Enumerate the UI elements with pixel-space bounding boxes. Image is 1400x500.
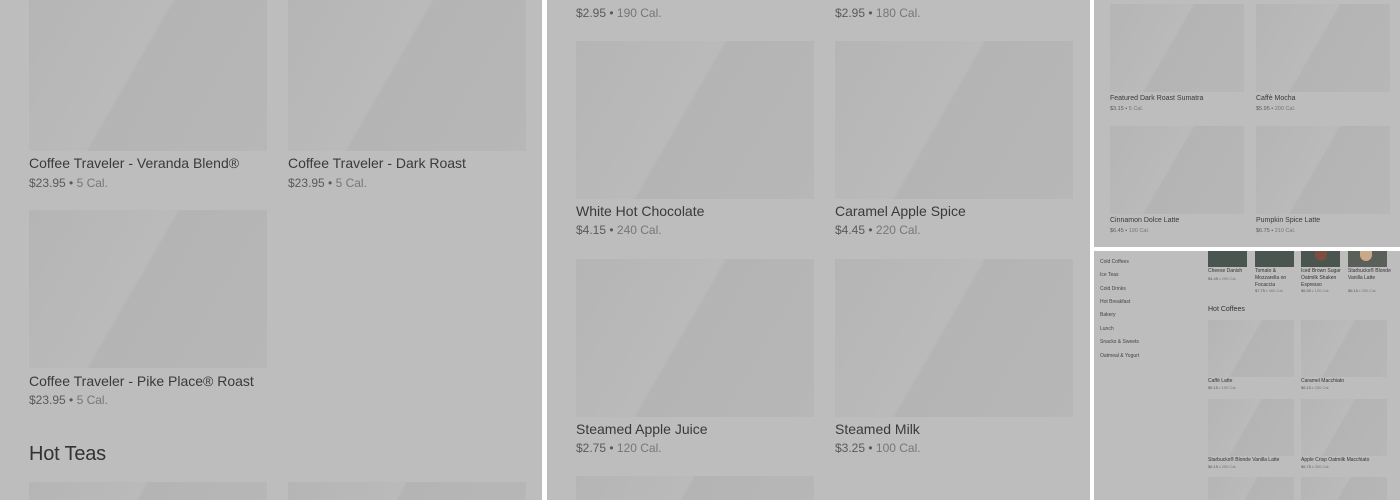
sidebar-item-bakery[interactable]: Bakery — [1100, 312, 1116, 318]
menu-item-price-cal: $6.15 • 250 Cal. — [1348, 288, 1377, 293]
menu-item-price-cal: $23.95 • 5 Cal. — [29, 393, 108, 407]
menu-item-image[interactable] — [1301, 399, 1387, 456]
menu-item-name[interactable]: Coffee Traveler - Pike Place® Roast — [29, 373, 254, 389]
menu-item-name[interactable]: Iced Brown Sugar Oatmilk Shaken Espresso — [1301, 268, 1345, 289]
menu-item-name[interactable]: Cinnamon Dolce Latte — [1110, 217, 1179, 224]
menu-item-image[interactable] — [1208, 399, 1294, 456]
menu-item-image[interactable] — [1208, 320, 1294, 377]
menu-panel-hot-drinks: $2.95 • 190 Cal. $2.95 • 180 Cal. White … — [547, 0, 1090, 500]
menu-item-price-cal: $2.75 • 120 Cal. — [576, 441, 662, 455]
menu-item-name[interactable]: Featured Dark Roast Sumatra — [1110, 95, 1203, 102]
menu-item-image[interactable] — [835, 41, 1073, 199]
menu-item-name[interactable]: Steamed Milk — [835, 421, 920, 437]
sidebar-item-cold-coffees[interactable]: Cold Coffees — [1100, 259, 1129, 265]
menu-item-name[interactable]: Apple Crisp Oatmilk Macchiato — [1301, 457, 1393, 464]
menu-item-name[interactable]: Tomato & Mozzarella on Focaccia — [1255, 268, 1299, 289]
menu-item-name[interactable]: Starbucks® Blonde Vanilla Latte — [1208, 457, 1300, 464]
menu-item-image[interactable] — [1208, 251, 1247, 267]
menu-item-price-cal: $6.75 • 210 Cal. — [1256, 228, 1296, 234]
menu-item-image[interactable] — [1301, 477, 1387, 500]
menu-item-image[interactable] — [1110, 4, 1244, 92]
menu-item-image[interactable] — [29, 210, 267, 368]
menu-item-name[interactable]: Caffè Mocha — [1256, 95, 1296, 102]
menu-item-name[interactable]: Pumpkin Spice Latte — [1256, 217, 1320, 224]
sidebar-item-lunch[interactable]: Lunch — [1100, 326, 1114, 332]
menu-item-image[interactable] — [576, 259, 814, 417]
menu-item-price-cal: $5.15 • 190 Cal. — [1208, 385, 1237, 390]
section-heading: Hot Coffees — [1208, 306, 1245, 313]
section-heading: Hot Teas — [29, 443, 106, 465]
menu-item-price-cal: $6.55 • 120 Cal. — [1301, 288, 1330, 293]
menu-item-name[interactable]: Caramel Apple Spice — [835, 203, 966, 219]
menu-item-price-cal: $6.45 • 190 Cal. — [1110, 228, 1150, 234]
sidebar-item-cold-drinks[interactable]: Cold Drinks — [1100, 286, 1126, 292]
sidebar-item-oatmeal-yogurt[interactable]: Oatmeal & Yogurt — [1100, 353, 1139, 359]
menu-item-image[interactable] — [1256, 4, 1390, 92]
menu-item-image[interactable] — [576, 41, 814, 199]
menu-item-name[interactable]: Caramel Macchiato — [1301, 378, 1387, 385]
menu-item-name[interactable]: Caffè Latte — [1208, 378, 1294, 385]
menu-item-image[interactable] — [29, 0, 267, 151]
menu-item-image[interactable] — [1301, 320, 1387, 377]
menu-panel-with-sidebar: Cold Coffees Ice Teas Cold Drinks Hot Br… — [1094, 251, 1400, 500]
menu-item-image[interactable] — [1256, 126, 1390, 214]
menu-item-image[interactable] — [1110, 126, 1244, 214]
menu-item-price-cal: $6.15 • 250 Cal. — [1301, 385, 1330, 390]
menu-item-image[interactable] — [288, 0, 526, 151]
menu-item-price-cal: $5.95 • 200 Cal. — [1256, 106, 1296, 112]
menu-item-name[interactable]: Cheese Danish — [1208, 268, 1252, 275]
sidebar-item-hot-breakfast[interactable]: Hot Breakfast — [1100, 299, 1130, 305]
menu-item-price-cal: $23.95 • 5 Cal. — [288, 176, 367, 190]
menu-item-image[interactable] — [29, 482, 267, 500]
menu-item-price-cal: $4.15 • 240 Cal. — [576, 223, 662, 237]
menu-item-price-cal: $4.45 • 220 Cal. — [835, 223, 921, 237]
menu-item-image[interactable] — [288, 482, 526, 500]
menu-item-price-cal: $23.95 • 5 Cal. — [29, 176, 108, 190]
sidebar-item-ice-teas[interactable]: Ice Teas — [1100, 272, 1119, 278]
menu-item-image[interactable] — [576, 476, 814, 500]
menu-item-price-cal: $3.25 • 100 Cal. — [835, 441, 921, 455]
menu-item-price-cal: $2.95 • 180 Cal. — [835, 6, 921, 20]
menu-item-name[interactable]: Starbucks® Blonde Vanilla Latte — [1348, 268, 1392, 282]
menu-item-price-cal: $6.15 • 250 Cal. — [1208, 464, 1237, 469]
menu-item-price-cal: $3.15 • 5 Cal. — [1110, 106, 1144, 112]
menu-item-name[interactable]: Steamed Apple Juice — [576, 421, 708, 437]
menu-item-name[interactable]: Coffee Traveler - Veranda Blend® — [29, 155, 239, 171]
menu-item-name[interactable]: White Hot Chocolate — [576, 203, 704, 219]
menu-item-image[interactable] — [1255, 251, 1294, 267]
menu-item-name[interactable]: Coffee Traveler - Dark Roast — [288, 155, 466, 171]
menu-panel-coffee-travelers: Coffee Traveler - Veranda Blend® $23.95 … — [0, 0, 542, 500]
menu-item-price-cal: $7.75 • 360 Cal. — [1255, 288, 1284, 293]
menu-item-price-cal: $2.95 • 190 Cal. — [576, 6, 662, 20]
menu-item-price-cal: $6.75 • 300 Cal. — [1301, 464, 1330, 469]
menu-item-image[interactable] — [1208, 477, 1294, 500]
menu-item-price-cal: $4.45 • 290 Cal. — [1208, 276, 1237, 281]
sidebar-item-snacks-sweets[interactable]: Snacks & Sweets — [1100, 339, 1139, 345]
menu-panel-coffees-small: Featured Dark Roast Sumatra $3.15 • 5 Ca… — [1094, 0, 1400, 247]
menu-item-image[interactable] — [835, 259, 1073, 417]
